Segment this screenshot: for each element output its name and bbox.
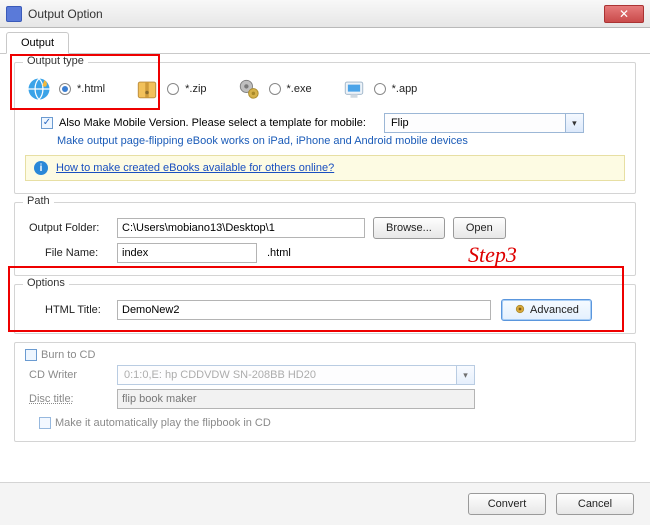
file-name-input[interactable] xyxy=(117,243,257,263)
zip-icon xyxy=(133,75,161,103)
radio-app-label: *.app xyxy=(392,83,418,95)
cancel-button[interactable]: Cancel xyxy=(556,493,634,515)
burn-checkbox[interactable] xyxy=(25,349,37,361)
cd-writer-value: 0:1:0,E: hp CDDVDW SN-208BB HD20 xyxy=(118,369,456,381)
annotation-step3: Step3 xyxy=(468,242,517,268)
file-name-row: File Name: .html xyxy=(25,243,625,263)
output-type-group: Output type *.html *.zip xyxy=(14,62,636,194)
radio-exe[interactable] xyxy=(269,83,281,95)
tab-strip: Output xyxy=(0,28,650,54)
app-icon xyxy=(6,6,22,22)
mac-icon xyxy=(340,75,368,103)
options-legend: Options xyxy=(23,277,69,289)
radio-html-label: *.html xyxy=(77,83,105,95)
autoplay-label: Make it automatically play the flipbook … xyxy=(55,417,271,429)
file-name-ext: .html xyxy=(267,247,291,259)
burn-group: Burn to CD CD Writer 0:1:0,E: hp CDDVDW … xyxy=(14,342,636,442)
disc-title-label: Disc title: xyxy=(25,393,117,405)
radio-exe-label: *.exe xyxy=(287,83,312,95)
dialog-body: Output type *.html *.zip xyxy=(0,54,650,442)
disc-title-row: Disc title: xyxy=(25,389,625,409)
cd-writer-select: 0:1:0,E: hp CDDVDW SN-208BB HD20 ▾ xyxy=(117,365,475,385)
output-folder-row: Output Folder: Browse... Open xyxy=(25,217,625,239)
chevron-down-icon: ▾ xyxy=(456,366,474,384)
mobile-version-row: Also Make Mobile Version. Please select … xyxy=(41,113,625,133)
cd-writer-row: CD Writer 0:1:0,E: hp CDDVDW SN-208BB HD… xyxy=(25,365,625,385)
mobile-hint-text: Make output page-flipping eBook works on… xyxy=(57,135,625,147)
options-group: Options HTML Title: Advanced xyxy=(14,284,636,334)
disc-title-input xyxy=(117,389,475,409)
path-legend: Path xyxy=(23,195,54,207)
globe-icon xyxy=(25,75,53,103)
radio-html[interactable] xyxy=(59,83,71,95)
browse-button[interactable]: Browse... xyxy=(373,217,445,239)
output-type-legend: Output type xyxy=(23,55,88,67)
radio-zip[interactable] xyxy=(167,83,179,95)
mobile-checkbox-label: Also Make Mobile Version. Please select … xyxy=(59,117,366,129)
advanced-button-label: Advanced xyxy=(530,304,579,316)
window-title: Output Option xyxy=(28,7,604,21)
output-type-html[interactable]: *.html xyxy=(25,75,105,103)
radio-app[interactable] xyxy=(374,83,386,95)
file-name-label: File Name: xyxy=(25,247,117,259)
burn-checkbox-label: Burn to CD xyxy=(41,349,95,361)
mobile-template-select[interactable]: Flip ▾ xyxy=(384,113,584,133)
output-type-row: *.html *.zip *.exe * xyxy=(25,73,625,109)
gear-icon xyxy=(235,75,263,103)
output-type-app[interactable]: *.app xyxy=(340,75,418,103)
output-folder-input[interactable] xyxy=(117,218,365,238)
advanced-gear-icon xyxy=(514,303,526,318)
html-title-row: HTML Title: Advanced xyxy=(25,299,625,321)
info-link[interactable]: How to make created eBooks available for… xyxy=(56,162,334,174)
autoplay-row: Make it automatically play the flipbook … xyxy=(25,417,625,429)
html-title-label: HTML Title: xyxy=(25,304,117,316)
radio-zip-label: *.zip xyxy=(185,83,206,95)
dialog-footer: Convert Cancel xyxy=(0,482,650,525)
autoplay-checkbox xyxy=(39,417,51,429)
advanced-button[interactable]: Advanced xyxy=(501,299,592,321)
close-button[interactable]: ✕ xyxy=(604,5,644,23)
output-type-zip[interactable]: *.zip xyxy=(133,75,206,103)
titlebar: Output Option ✕ xyxy=(0,0,650,28)
tab-output[interactable]: Output xyxy=(6,32,69,54)
html-title-input[interactable] xyxy=(117,300,491,320)
output-folder-label: Output Folder: xyxy=(25,222,117,234)
burn-check-row: Burn to CD xyxy=(25,349,625,361)
cd-writer-label: CD Writer xyxy=(25,369,117,381)
info-bar: i How to make created eBooks available f… xyxy=(25,155,625,181)
info-icon: i xyxy=(34,161,48,175)
convert-button[interactable]: Convert xyxy=(468,493,546,515)
mobile-checkbox[interactable] xyxy=(41,117,53,129)
output-type-exe[interactable]: *.exe xyxy=(235,75,312,103)
path-group: Path Output Folder: Browse... Open File … xyxy=(14,202,636,276)
mobile-template-value: Flip xyxy=(385,117,565,129)
chevron-down-icon[interactable]: ▾ xyxy=(565,114,583,132)
open-button[interactable]: Open xyxy=(453,217,506,239)
